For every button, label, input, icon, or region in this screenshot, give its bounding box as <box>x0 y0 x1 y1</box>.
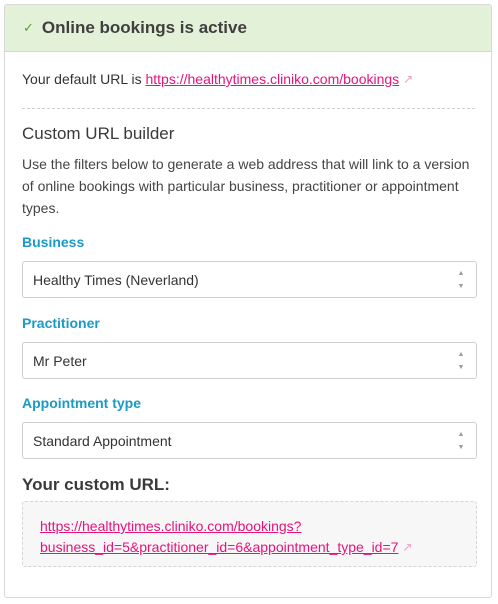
divider <box>22 108 475 109</box>
default-url-label: Your default URL is <box>22 71 142 87</box>
external-link-icon[interactable]: ↗ <box>402 537 412 558</box>
practitioner-select-value: Mr Peter <box>33 352 87 369</box>
business-label: Business <box>22 234 85 250</box>
custom-url-label: Your custom URL: <box>22 475 170 494</box>
practitioner-select[interactable]: Mr Peter ▲ ▼ <box>22 342 477 379</box>
custom-url-link-line1[interactable]: https://healthytimes.cliniko.com/booking… <box>40 518 301 534</box>
custom-url-builder-description: Use the filters below to generate a web … <box>22 156 470 216</box>
practitioner-label: Practitioner <box>22 315 100 331</box>
checkmark-icon: ✓ <box>23 20 34 35</box>
status-banner: ✓ Online bookings is active <box>5 5 491 52</box>
appointment-type-select[interactable]: Standard Appointment ▲ ▼ <box>22 422 477 459</box>
business-select-value: Healthy Times (Neverland) <box>33 271 199 288</box>
appointment-type-select-value: Standard Appointment <box>33 432 172 449</box>
custom-url-link-line2[interactable]: business_id=5&practitioner_id=6&appointm… <box>40 539 398 555</box>
custom-url-box: https://healthytimes.cliniko.com/booking… <box>22 501 477 567</box>
appointment-type-label: Appointment type <box>22 395 141 411</box>
banner-title: Online bookings is active <box>41 18 247 37</box>
default-url-row: Your default URL is https://healthytimes… <box>22 71 413 87</box>
default-url-link[interactable]: https://healthytimes.cliniko.com/booking… <box>145 71 399 87</box>
online-bookings-panel: ✓ Online bookings is active Your default… <box>4 4 492 598</box>
external-link-icon[interactable]: ↗ <box>403 72 413 86</box>
select-arrows-icon: ▲ ▼ <box>457 270 465 290</box>
select-arrows-icon: ▲ ▼ <box>457 431 465 451</box>
business-select[interactable]: Healthy Times (Neverland) ▲ ▼ <box>22 261 477 298</box>
select-arrows-icon: ▲ ▼ <box>457 351 465 371</box>
custom-url-builder-title: Custom URL builder <box>22 124 175 143</box>
